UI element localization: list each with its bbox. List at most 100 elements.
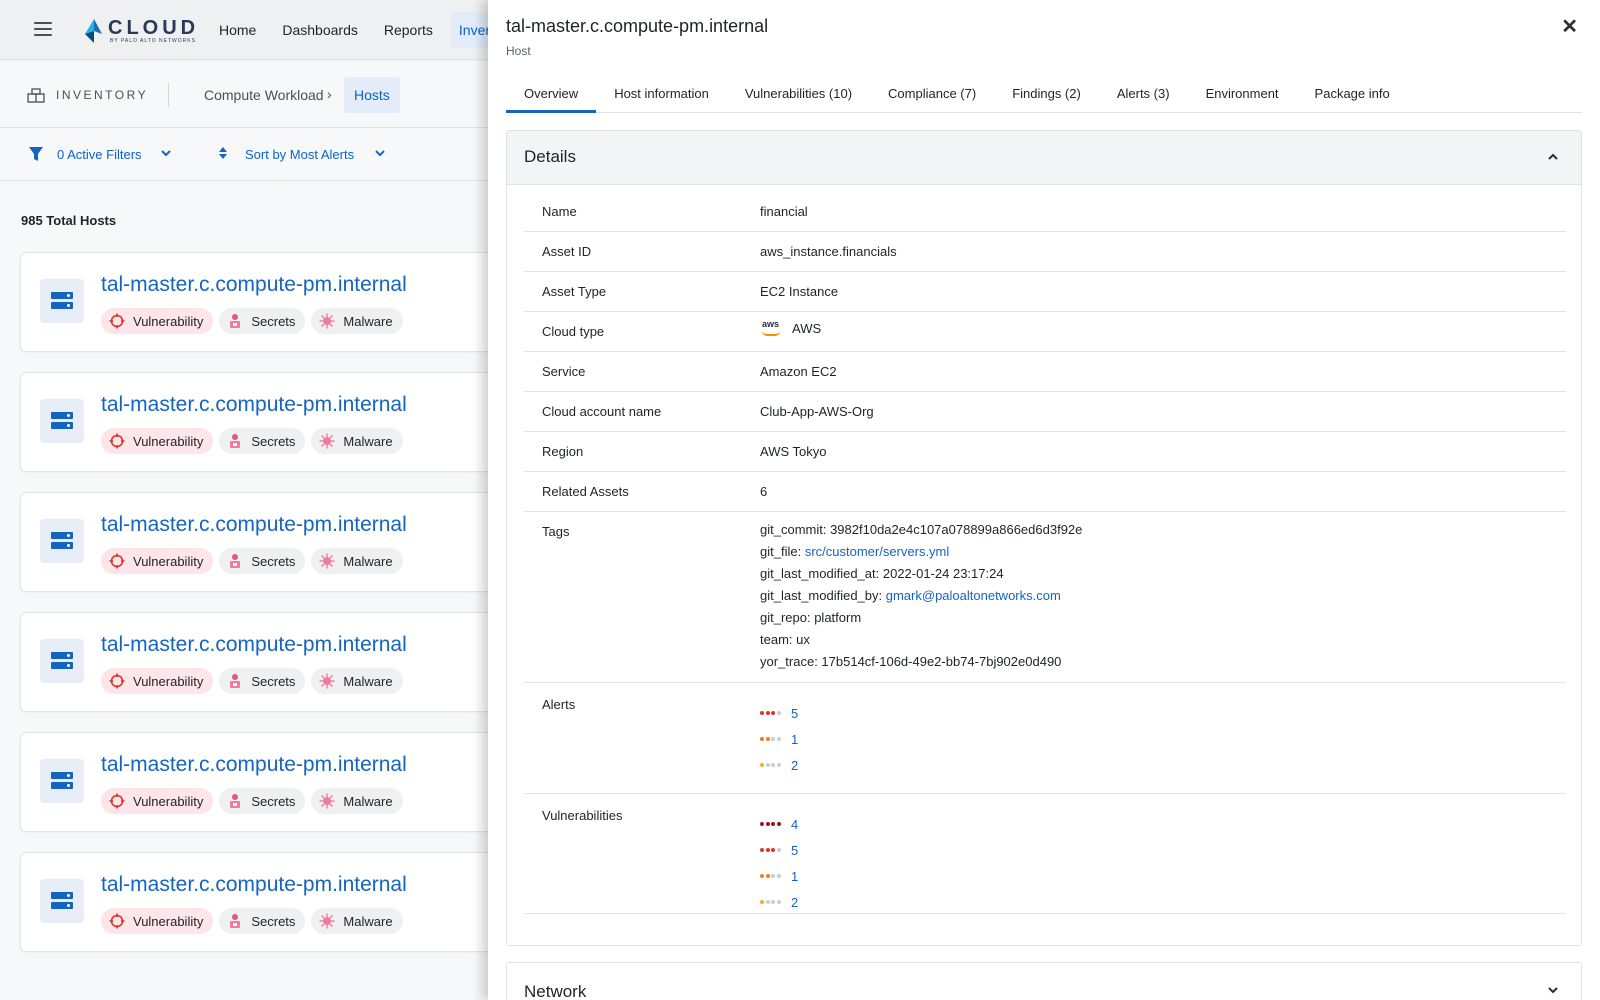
host-name[interactable]: tal-master.c.compute-pm.internal bbox=[101, 753, 407, 777]
host-card[interactable]: tal-master.c.compute-pm.internal Vulnerab… bbox=[20, 732, 500, 832]
chevron-down-icon[interactable] bbox=[1547, 980, 1559, 1000]
severity-item-medium: 1 bbox=[760, 726, 798, 752]
chip-secrets[interactable]: Secrets bbox=[219, 668, 306, 694]
tab-compliance[interactable]: Compliance (7) bbox=[870, 78, 994, 113]
details-title: Details bbox=[524, 147, 576, 166]
git-file-link[interactable]: src/customer/servers.yml bbox=[805, 544, 949, 559]
nav-reports[interactable]: Reports bbox=[384, 22, 433, 38]
severity-critical-icon bbox=[760, 822, 782, 826]
close-icon[interactable]: ✕ bbox=[1561, 14, 1578, 39]
active-filters-button[interactable]: 0 Active Filters bbox=[57, 147, 142, 162]
secrets-icon bbox=[227, 913, 243, 929]
host-name[interactable]: tal-master.c.compute-pm.internal bbox=[101, 393, 407, 417]
host-cards: tal-master.c.compute-pm.internal Vulnerab… bbox=[20, 252, 500, 972]
severity-count-link[interactable]: 5 bbox=[791, 706, 798, 721]
sort-button[interactable]: Sort by Most Alerts bbox=[245, 147, 354, 162]
tag-key: git_last_modified_by: bbox=[760, 588, 886, 603]
section-label: INVENTORY bbox=[56, 88, 149, 102]
severity-count-link[interactable]: 2 bbox=[791, 895, 798, 910]
chip-vuln[interactable]: Vulnerability bbox=[101, 428, 214, 454]
tab-alerts[interactable]: Alerts (3) bbox=[1099, 78, 1188, 113]
email-link[interactable]: gmark@paloaltonetworks.com bbox=[886, 588, 1061, 603]
detail-label: Asset Type bbox=[542, 284, 607, 299]
tab-environment[interactable]: Environment bbox=[1188, 78, 1297, 113]
network-section[interactable]: Network bbox=[506, 962, 1582, 1000]
host-name[interactable]: tal-master.c.compute-pm.internal bbox=[101, 273, 407, 297]
host-chips: Vulnerability Secrets Malware bbox=[101, 908, 409, 934]
chip-vuln[interactable]: Vulnerability bbox=[101, 548, 214, 574]
filter-icon[interactable] bbox=[28, 146, 44, 162]
chip-malware[interactable]: Malware bbox=[311, 308, 403, 334]
chip-label: Malware bbox=[343, 673, 393, 689]
drawer-subtitle: Host bbox=[506, 44, 531, 58]
severity-count-link[interactable]: 4 bbox=[791, 817, 798, 832]
malware-icon bbox=[319, 433, 335, 449]
host-card[interactable]: tal-master.c.compute-pm.internal Vulnerab… bbox=[20, 252, 500, 352]
chevron-down-icon[interactable] bbox=[374, 144, 386, 164]
tab-vulnerabilities[interactable]: Vulnerabilities (10) bbox=[727, 78, 870, 113]
chip-malware[interactable]: Malware bbox=[311, 788, 403, 814]
chip-secrets[interactable]: Secrets bbox=[219, 908, 306, 934]
malware-icon bbox=[319, 793, 335, 809]
severity-item-low: 2 bbox=[760, 889, 798, 915]
severity-count-link[interactable]: 1 bbox=[791, 732, 798, 747]
host-name[interactable]: tal-master.c.compute-pm.internal bbox=[101, 633, 407, 657]
chevron-down-icon[interactable] bbox=[160, 144, 172, 164]
chip-vuln[interactable]: Vulnerability bbox=[101, 788, 214, 814]
severity-count-link[interactable]: 5 bbox=[791, 843, 798, 858]
detail-label: Region bbox=[542, 444, 584, 459]
nav-home[interactable]: Home bbox=[219, 22, 256, 38]
breadcrumb-hosts[interactable]: Hosts bbox=[344, 77, 400, 113]
severity-count-link[interactable]: 2 bbox=[791, 758, 798, 773]
severity-item-medium: 1 bbox=[760, 863, 798, 889]
nav-dashboards[interactable]: Dashboards bbox=[282, 22, 358, 38]
detail-label: Related Assets bbox=[542, 484, 629, 499]
chevron-up-icon[interactable] bbox=[1547, 147, 1559, 167]
malware-icon bbox=[319, 673, 335, 689]
menu-icon[interactable] bbox=[34, 22, 52, 36]
chip-secrets[interactable]: Secrets bbox=[219, 548, 306, 574]
detail-label: Alerts bbox=[542, 697, 576, 712]
vulnerability-icon bbox=[109, 433, 125, 449]
host-card[interactable]: tal-master.c.compute-pm.internal Vulnerab… bbox=[20, 852, 500, 952]
vulnerability-icon bbox=[109, 313, 125, 329]
tab-package-info[interactable]: Package info bbox=[1297, 78, 1408, 113]
chip-malware[interactable]: Malware bbox=[311, 548, 403, 574]
details-rows: Name financial Asset ID aws_instance.fin… bbox=[524, 204, 1566, 915]
tab-overview[interactable]: Overview bbox=[506, 78, 597, 113]
chip-secrets[interactable]: Secrets bbox=[219, 428, 306, 454]
breadcrumb-compute-workload[interactable]: Compute Workload bbox=[204, 87, 324, 103]
severity-item-critical: 4 bbox=[760, 811, 798, 837]
brand-logo[interactable]: CLOUD BY PALO ALTO NETWORKS bbox=[82, 16, 199, 46]
chip-label: Malware bbox=[343, 313, 393, 329]
tag-team: team: ux bbox=[760, 632, 810, 647]
chip-secrets[interactable]: Secrets bbox=[219, 308, 306, 334]
secrets-icon bbox=[227, 673, 243, 689]
tab-host-information[interactable]: Host information bbox=[596, 78, 727, 113]
host-card[interactable]: tal-master.c.compute-pm.internal Vulnerab… bbox=[20, 492, 500, 592]
tab-findings[interactable]: Findings (2) bbox=[994, 78, 1099, 113]
severity-item-low: 2 bbox=[760, 752, 798, 778]
detail-label: Service bbox=[542, 364, 586, 379]
chip-malware[interactable]: Malware bbox=[311, 668, 403, 694]
sort-icon[interactable] bbox=[218, 144, 228, 164]
chip-vuln[interactable]: Vulnerability bbox=[101, 308, 214, 334]
chip-vuln[interactable]: Vulnerability bbox=[101, 668, 214, 694]
chip-secrets[interactable]: Secrets bbox=[219, 788, 306, 814]
detail-value: AWS bbox=[792, 321, 822, 336]
server-icon bbox=[40, 879, 84, 923]
chip-label: Vulnerability bbox=[133, 553, 204, 569]
detail-value: Club-App-AWS-Org bbox=[760, 404, 874, 419]
host-name[interactable]: tal-master.c.compute-pm.internal bbox=[101, 873, 407, 897]
chip-malware[interactable]: Malware bbox=[311, 428, 403, 454]
severity-count-link[interactable]: 1 bbox=[791, 869, 798, 884]
host-card[interactable]: tal-master.c.compute-pm.internal Vulnerab… bbox=[20, 612, 500, 712]
chip-vuln[interactable]: Vulnerability bbox=[101, 908, 214, 934]
host-name[interactable]: tal-master.c.compute-pm.internal bbox=[101, 513, 407, 537]
host-card[interactable]: tal-master.c.compute-pm.internal Vulnerab… bbox=[20, 372, 500, 472]
chip-malware[interactable]: Malware bbox=[311, 908, 403, 934]
tag-key: git_file: bbox=[760, 544, 805, 559]
detail-row-region: Region AWS Tokyo bbox=[524, 432, 1566, 472]
detail-row-service: Service Amazon EC2 bbox=[524, 352, 1566, 392]
details-header[interactable]: Details bbox=[507, 131, 1581, 185]
